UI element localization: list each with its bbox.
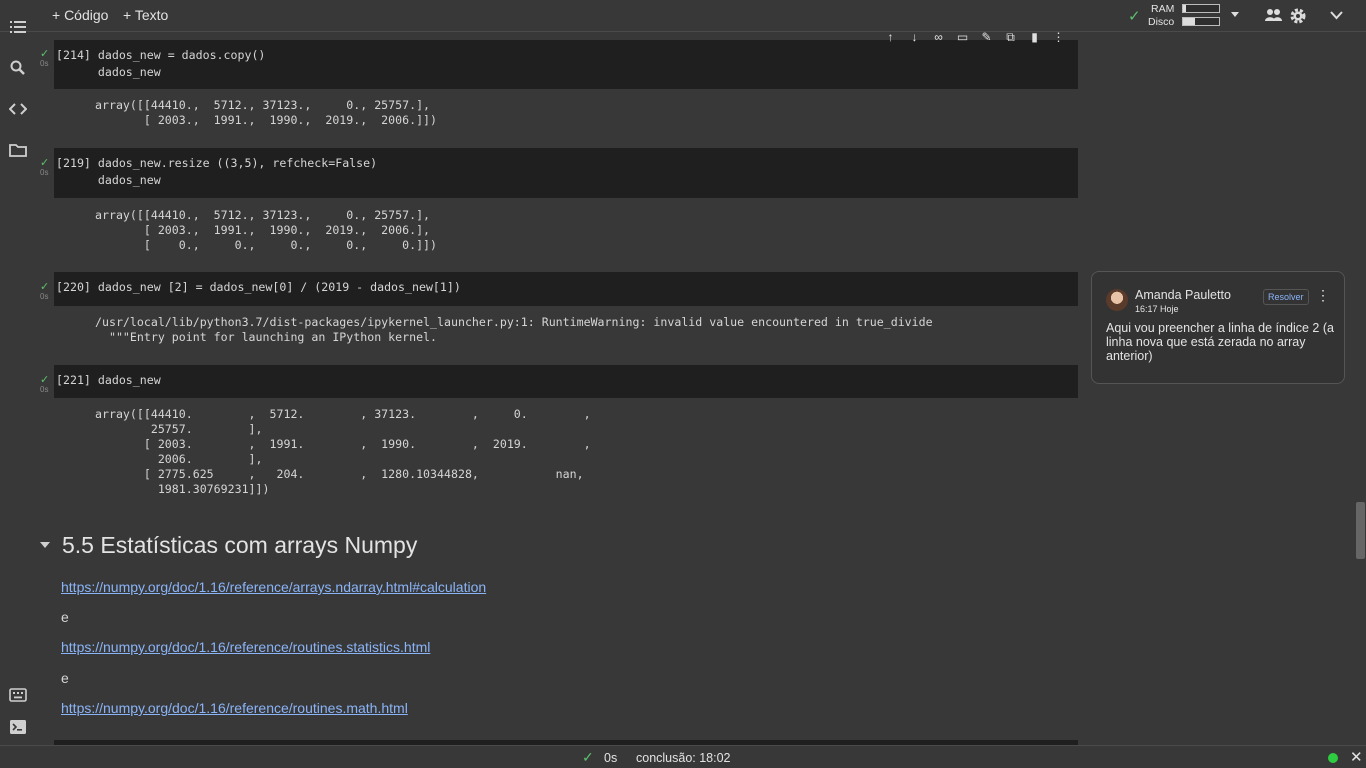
code-line: dados_new = dados.copy(): [97, 48, 266, 62]
section-heading: 5.5 Estatísticas com arrays Numpy: [62, 532, 418, 558]
top-toolbar: + Código + Texto ✓ RAM Disco: [0, 0, 1366, 32]
code-line: dados_new: [97, 65, 161, 79]
output-line: 2006. ],: [95, 452, 263, 466]
collapse-section-icon[interactable]: [40, 542, 50, 548]
ram-check-icon: ✓: [1128, 8, 1141, 25]
delete-icon[interactable]: ▮: [1026, 31, 1043, 44]
status-completion: conclusão: 18:02: [636, 751, 731, 765]
disk-bar: [1182, 17, 1220, 26]
code-cell[interactable]: [219] dados_new.resize ((3,5), refcheck=…: [54, 148, 1078, 198]
output-line: [ 2003., 1991., 1990., 2019., 2006.]]): [95, 113, 438, 127]
check-icon: ✓: [40, 157, 50, 169]
share-icon[interactable]: [1265, 8, 1282, 22]
more-icon[interactable]: ⋮: [1050, 31, 1067, 44]
ram-label: RAM: [1151, 3, 1175, 15]
cell-output: array([[44410., 5712., 37123., 0., 25757…: [95, 208, 437, 253]
code-cell[interactable]: [214] dados_new = dados.copy() dados_new: [54, 40, 1078, 89]
add-text-button[interactable]: + Texto: [123, 7, 168, 23]
edit-icon[interactable]: ✎: [978, 31, 995, 44]
output-line: [ 2003. , 1991. , 1990. , 2019. ,: [95, 437, 591, 451]
move-up-icon[interactable]: ↑: [882, 31, 899, 44]
output-line: """Entry point for launching an IPython …: [95, 330, 438, 344]
exec-count: [220]: [56, 280, 91, 294]
comment-card: Amanda Pauletto 16:17 Hoje Resolver ⋮ Aq…: [1091, 271, 1345, 384]
status-bar: ✓ 0s conclusão: 18:02 ✕: [0, 745, 1366, 768]
code-line: dados_new.resize ((3,5), refcheck=False): [97, 156, 378, 170]
comment-more-icon[interactable]: ⋮: [1316, 287, 1330, 304]
expand-icon[interactable]: [1330, 11, 1343, 20]
link-routines-math[interactable]: https://numpy.org/doc/1.16/reference/rou…: [61, 700, 408, 716]
connection-status-icon: [1328, 753, 1338, 763]
exec-count: [214]: [56, 48, 91, 62]
code-cell[interactable]: [221] dados_new: [54, 365, 1078, 398]
exec-count: [219]: [56, 156, 91, 170]
output-line: 25757. ],: [95, 422, 263, 436]
code-line: dados_new: [97, 373, 161, 387]
cell-status: ✓ 0s: [40, 374, 52, 395]
comment-icon[interactable]: ▭: [954, 31, 971, 44]
output-line: array([[44410., 5712., 37123., 0., 25757…: [95, 98, 431, 112]
link-ndarray-calculation[interactable]: https://numpy.org/doc/1.16/reference/arr…: [61, 579, 486, 595]
check-icon: ✓: [40, 48, 50, 60]
left-sidebar: [0, 0, 36, 768]
output-line: /usr/local/lib/python3.7/dist-packages/i…: [95, 315, 933, 329]
close-icon[interactable]: ✕: [1350, 748, 1363, 766]
exec-time: 0s: [40, 59, 49, 68]
exec-count: [221]: [56, 373, 91, 387]
comment-text: Aqui vou preencher a linha de índice 2 (…: [1106, 321, 1334, 363]
output-line: array([[44410., 5712., 37123., 0., 25757…: [95, 208, 431, 222]
status-check-icon: ✓: [582, 749, 594, 765]
exec-time: 0s: [40, 168, 49, 177]
terminal-icon[interactable]: [9, 718, 27, 736]
cell-toolbar: ↑ ↓ ∞ ▭ ✎ ⧉ ▮ ⋮: [876, 31, 1072, 44]
avatar: [1106, 289, 1128, 311]
text-separator: e: [61, 670, 69, 686]
mirror-icon[interactable]: ⧉: [1002, 31, 1019, 44]
cell-output: /usr/local/lib/python3.7/dist-packages/i…: [95, 315, 933, 345]
cell-status: ✓ 0s: [40, 281, 52, 302]
resolve-button[interactable]: Resolver: [1263, 289, 1309, 305]
move-down-icon[interactable]: ↓: [906, 31, 923, 44]
code-snippets-icon[interactable]: [9, 100, 27, 118]
comment-time: 16:17 Hoje: [1135, 304, 1179, 314]
status-duration: 0s: [604, 751, 618, 765]
output-line: [ 0., 0., 0., 0., 0.]]): [95, 238, 438, 252]
link-routines-statistics[interactable]: https://numpy.org/doc/1.16/reference/rou…: [61, 639, 430, 655]
output-line: [ 2775.625 , 204. , 1280.10344828, nan,: [95, 467, 584, 481]
link-icon[interactable]: ∞: [930, 31, 947, 44]
disk-label: Disco: [1148, 16, 1175, 28]
toc-icon[interactable]: [9, 18, 27, 36]
search-icon[interactable]: [9, 59, 27, 77]
code-cell[interactable]: [220] dados_new [2] = dados_new[0] / (20…: [54, 272, 1078, 306]
cell-output: array([[44410., 5712., 37123., 0., 25757…: [95, 98, 437, 128]
command-palette-icon[interactable]: [9, 686, 27, 704]
output-line: array([[44410. , 5712. , 37123. , 0. ,: [95, 407, 591, 421]
comment-author: Amanda Pauletto: [1135, 288, 1231, 302]
exec-time: 0s: [40, 292, 49, 301]
ram-bar: [1182, 4, 1220, 13]
code-line: dados_new: [97, 173, 161, 187]
check-icon: ✓: [40, 281, 50, 293]
check-icon: ✓: [40, 374, 50, 386]
cell-status: ✓ 0s: [40, 157, 52, 178]
code-line: dados_new [2] = dados_new[0] / (2019 - d…: [97, 280, 461, 294]
cell-output: array([[44410. , 5712. , 37123. , 0. , 2…: [95, 407, 591, 497]
settings-icon[interactable]: [1290, 8, 1306, 24]
add-code-button[interactable]: + Código: [52, 7, 108, 23]
folder-icon[interactable]: [9, 141, 27, 159]
scrollbar-thumb[interactable]: [1356, 502, 1365, 559]
resources-dropdown-icon[interactable]: [1231, 12, 1239, 17]
output-line: 1981.30769231]]): [95, 482, 270, 496]
text-separator: e: [61, 609, 69, 625]
exec-time: 0s: [40, 385, 49, 394]
cell-status: ✓ 0s: [40, 48, 52, 69]
output-line: [ 2003., 1991., 1990., 2019., 2006.],: [95, 223, 431, 237]
